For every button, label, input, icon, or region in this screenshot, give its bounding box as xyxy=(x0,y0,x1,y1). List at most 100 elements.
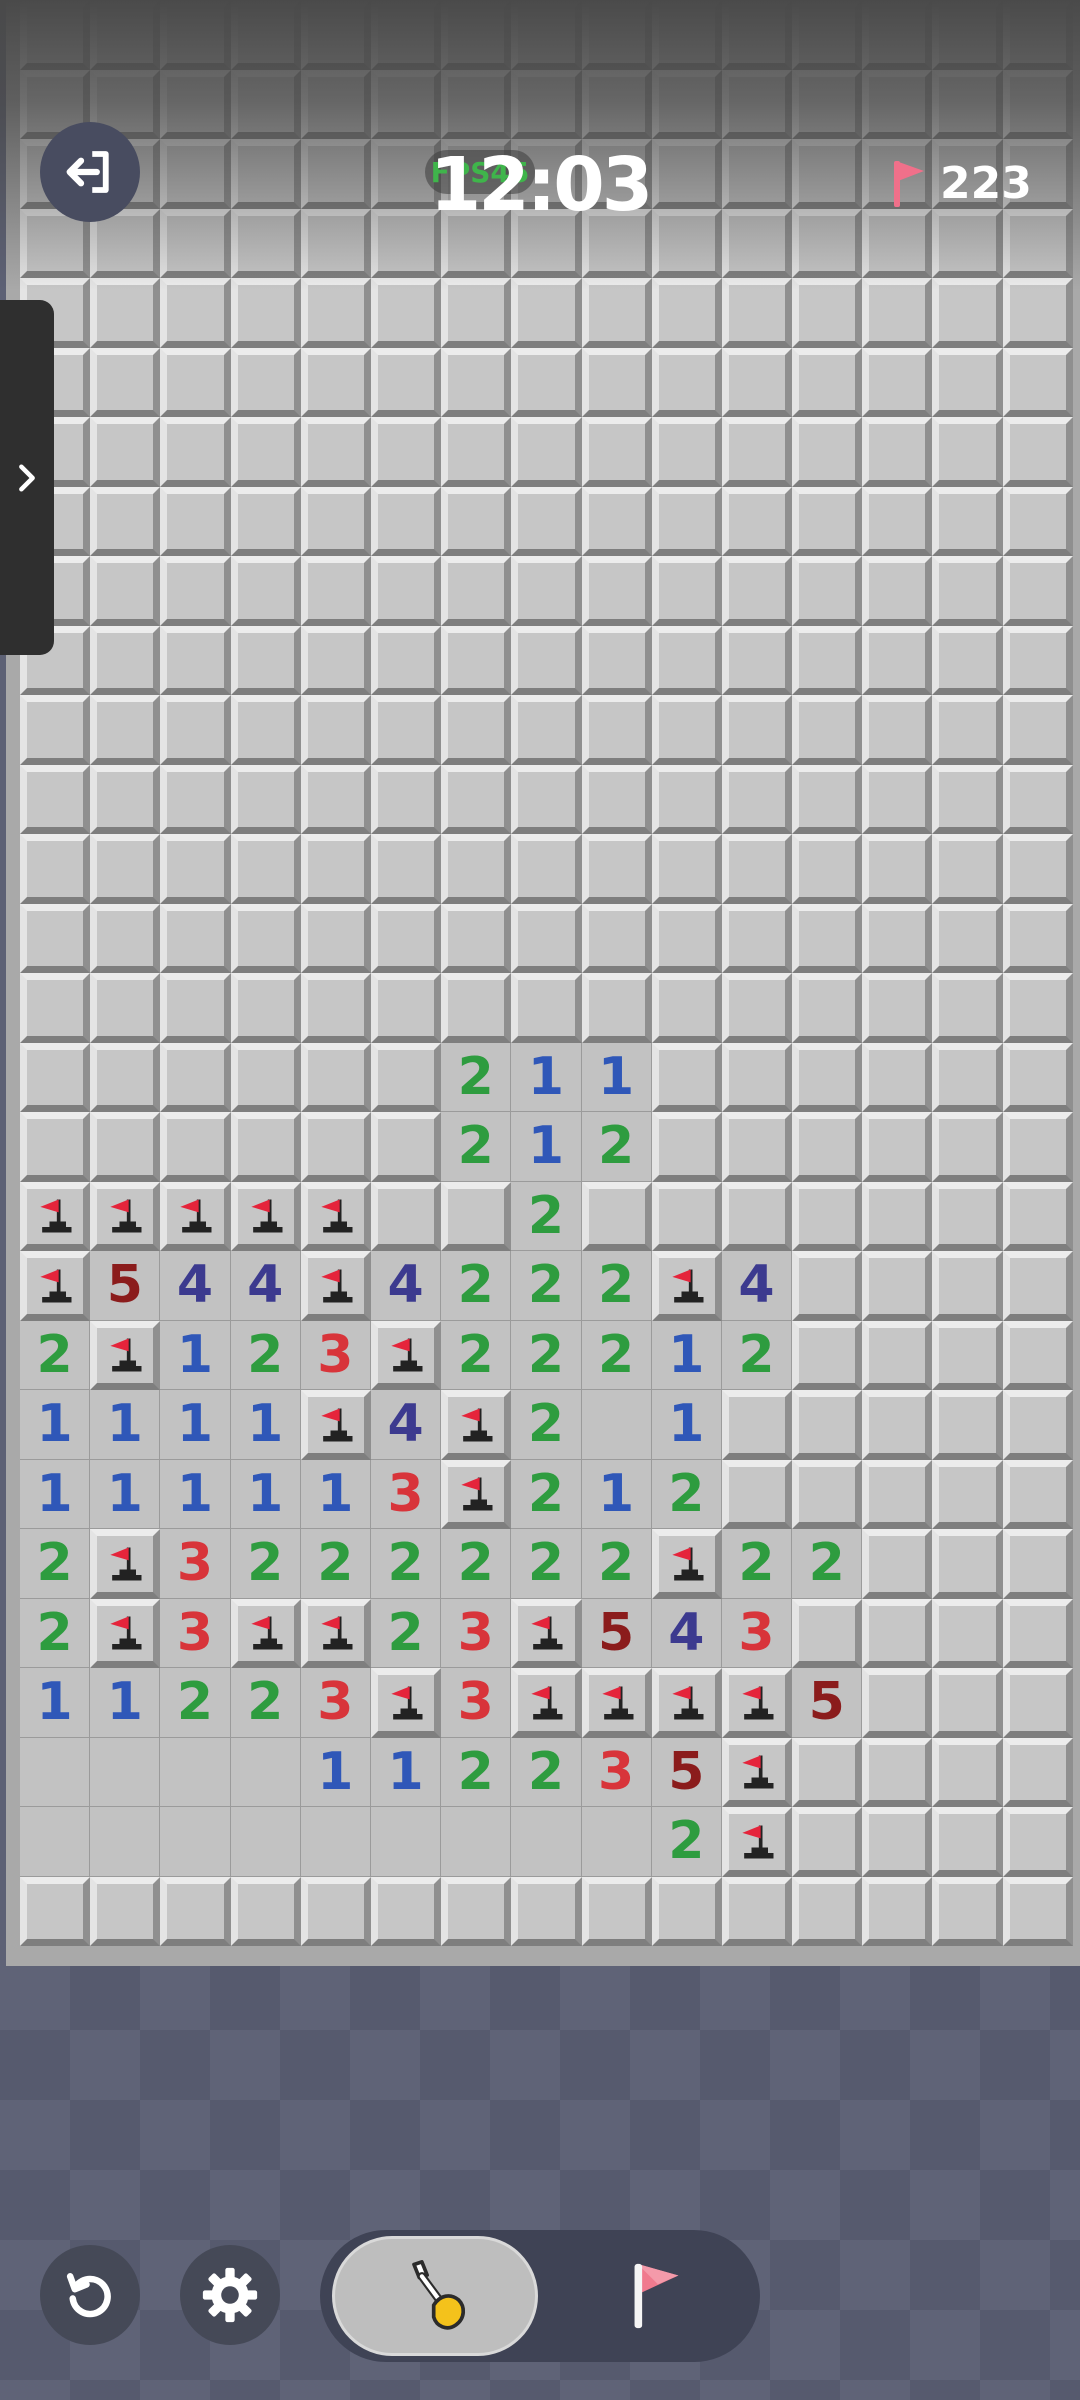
number-tile[interactable]: 5 xyxy=(792,1668,863,1738)
number-tile[interactable]: 3 xyxy=(581,1737,652,1807)
closed-tile[interactable] xyxy=(721,1112,793,1182)
closed-tile[interactable] xyxy=(300,695,371,765)
number-tile[interactable]: 1 xyxy=(20,1390,91,1460)
closed-tile[interactable] xyxy=(300,347,371,417)
flagged-tile[interactable] xyxy=(300,1390,371,1460)
closed-tile[interactable] xyxy=(511,556,582,626)
closed-tile[interactable] xyxy=(862,278,933,348)
number-tile[interactable]: 4 xyxy=(370,1390,442,1460)
closed-tile[interactable] xyxy=(862,69,933,139)
flagged-tile[interactable] xyxy=(721,1807,793,1877)
closed-tile[interactable] xyxy=(651,903,722,973)
closed-tile[interactable] xyxy=(511,0,582,70)
number-tile[interactable]: 2 xyxy=(721,1529,793,1599)
closed-tile[interactable] xyxy=(300,556,371,626)
closed-tile[interactable] xyxy=(581,556,652,626)
empty-tile[interactable] xyxy=(511,1807,582,1877)
number-tile[interactable]: 1 xyxy=(90,1390,161,1460)
closed-tile[interactable] xyxy=(862,1668,933,1738)
closed-tile[interactable] xyxy=(862,1251,933,1321)
closed-tile[interactable] xyxy=(160,278,231,348)
number-tile[interactable]: 2 xyxy=(581,1112,652,1182)
closed-tile[interactable] xyxy=(932,764,1003,834)
number-tile[interactable]: 1 xyxy=(651,1320,722,1390)
flagged-tile[interactable] xyxy=(300,1181,371,1251)
closed-tile[interactable] xyxy=(1002,834,1073,904)
closed-tile[interactable] xyxy=(862,764,933,834)
closed-tile[interactable] xyxy=(932,1876,1003,1946)
closed-tile[interactable] xyxy=(160,139,231,209)
closed-tile[interactable] xyxy=(932,1181,1003,1251)
closed-tile[interactable] xyxy=(511,625,582,695)
closed-tile[interactable] xyxy=(230,1876,301,1946)
number-tile[interactable]: 1 xyxy=(581,1459,652,1529)
closed-tile[interactable] xyxy=(511,834,582,904)
closed-tile[interactable] xyxy=(160,625,231,695)
closed-tile[interactable] xyxy=(441,1181,512,1251)
closed-tile[interactable] xyxy=(721,208,793,278)
number-tile[interactable]: 1 xyxy=(20,1459,91,1529)
flagged-tile[interactable] xyxy=(160,1181,231,1251)
closed-tile[interactable] xyxy=(862,1112,933,1182)
number-tile[interactable]: 2 xyxy=(370,1598,442,1668)
closed-tile[interactable] xyxy=(792,417,863,487)
empty-tile[interactable] xyxy=(230,1807,301,1877)
number-tile[interactable]: 1 xyxy=(160,1320,231,1390)
closed-tile[interactable] xyxy=(230,695,301,765)
closed-tile[interactable] xyxy=(370,278,442,348)
number-tile[interactable]: 2 xyxy=(511,1390,582,1460)
empty-tile[interactable] xyxy=(90,1737,161,1807)
number-tile[interactable]: 1 xyxy=(581,1042,652,1112)
closed-tile[interactable] xyxy=(300,764,371,834)
closed-tile[interactable] xyxy=(651,278,722,348)
closed-tile[interactable] xyxy=(932,1737,1003,1807)
closed-tile[interactable] xyxy=(862,1737,933,1807)
closed-tile[interactable] xyxy=(1002,1112,1073,1182)
closed-tile[interactable] xyxy=(792,625,863,695)
closed-tile[interactable] xyxy=(230,625,301,695)
closed-tile[interactable] xyxy=(230,973,301,1043)
closed-tile[interactable] xyxy=(230,347,301,417)
closed-tile[interactable] xyxy=(370,0,442,70)
closed-tile[interactable] xyxy=(792,1320,863,1390)
closed-tile[interactable] xyxy=(1002,1042,1073,1112)
closed-tile[interactable] xyxy=(721,1459,793,1529)
number-tile[interactable]: 3 xyxy=(441,1598,512,1668)
closed-tile[interactable] xyxy=(1002,695,1073,765)
closed-tile[interactable] xyxy=(581,347,652,417)
closed-tile[interactable] xyxy=(441,278,512,348)
closed-tile[interactable] xyxy=(932,278,1003,348)
closed-tile[interactable] xyxy=(721,69,793,139)
number-tile[interactable]: 3 xyxy=(721,1598,793,1668)
closed-tile[interactable] xyxy=(300,973,371,1043)
closed-tile[interactable] xyxy=(300,625,371,695)
closed-tile[interactable] xyxy=(792,695,863,765)
minefield-board[interactable]: 2112122544422242123222121111421111113212… xyxy=(20,0,1080,1948)
flagged-tile[interactable] xyxy=(300,1251,371,1321)
closed-tile[interactable] xyxy=(160,69,231,139)
number-tile[interactable]: 2 xyxy=(441,1320,512,1390)
number-tile[interactable]: 2 xyxy=(20,1529,91,1599)
closed-tile[interactable] xyxy=(1002,486,1073,556)
flagged-tile[interactable] xyxy=(230,1181,301,1251)
closed-tile[interactable] xyxy=(932,1390,1003,1460)
closed-tile[interactable] xyxy=(792,486,863,556)
closed-tile[interactable] xyxy=(862,347,933,417)
closed-tile[interactable] xyxy=(441,973,512,1043)
closed-tile[interactable] xyxy=(441,903,512,973)
number-tile[interactable]: 1 xyxy=(300,1459,371,1529)
empty-tile[interactable] xyxy=(300,1807,371,1877)
closed-tile[interactable] xyxy=(651,347,722,417)
closed-tile[interactable] xyxy=(721,0,793,70)
closed-tile[interactable] xyxy=(932,347,1003,417)
closed-tile[interactable] xyxy=(862,1807,933,1877)
closed-tile[interactable] xyxy=(932,903,1003,973)
closed-tile[interactable] xyxy=(511,278,582,348)
closed-tile[interactable] xyxy=(932,69,1003,139)
closed-tile[interactable] xyxy=(721,764,793,834)
closed-tile[interactable] xyxy=(932,1668,1003,1738)
closed-tile[interactable] xyxy=(90,625,161,695)
closed-tile[interactable] xyxy=(932,556,1003,626)
closed-tile[interactable] xyxy=(862,695,933,765)
closed-tile[interactable] xyxy=(300,208,371,278)
